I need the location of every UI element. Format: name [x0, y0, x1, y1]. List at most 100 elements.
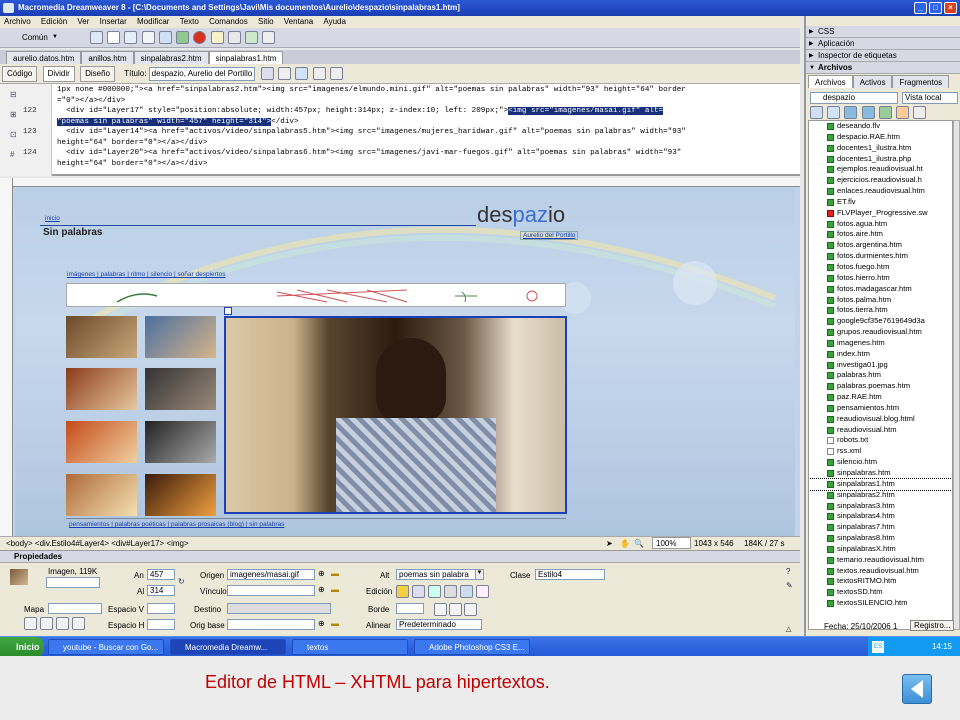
file-item[interactable]: ejemplos.reaudiovisual.ht: [809, 164, 952, 175]
alt-field[interactable]: poemas sin palabra: [396, 569, 476, 580]
border-field[interactable]: [396, 603, 424, 614]
tab-activos[interactable]: Activos: [852, 75, 893, 88]
file-item[interactable]: reaudiovisual.blog.html: [809, 414, 952, 425]
tag-inspector-header[interactable]: Inspector de etiquetas: [806, 50, 960, 62]
thumbnail-image[interactable]: [66, 368, 137, 410]
code-view-button[interactable]: Código: [2, 66, 38, 82]
footer-links[interactable]: pensamientos | palabras poéticas | palab…: [69, 521, 284, 528]
file-item[interactable]: sinpalabras2.htm: [809, 490, 952, 501]
file-item[interactable]: textosSD.htm: [809, 587, 952, 598]
resample-icon[interactable]: [444, 585, 457, 598]
file-item[interactable]: fotos.aire.htm: [809, 229, 952, 240]
width-field[interactable]: 457: [147, 569, 175, 580]
properties-header[interactable]: Propiedades: [0, 551, 800, 563]
table-icon[interactable]: [141, 31, 155, 44]
file-item[interactable]: imagenes.htm: [809, 338, 952, 349]
tab-aurelio-datos[interactable]: aurelio.datos.htm: [6, 51, 82, 64]
file-item[interactable]: palabras.htm: [809, 370, 952, 381]
layer-handle[interactable]: [224, 307, 232, 315]
file-item[interactable]: fotos.palma.htm: [809, 295, 952, 306]
target-select[interactable]: [227, 603, 331, 614]
align-right-icon[interactable]: [464, 603, 477, 616]
file-item[interactable]: despacio.RAE.htm: [809, 132, 952, 143]
help-icon[interactable]: ?: [786, 567, 790, 576]
pointer-tool-icon[interactable]: ➤: [606, 537, 613, 550]
menu-archivo[interactable]: Archivo: [4, 17, 31, 26]
visual-aids-icon[interactable]: [329, 67, 343, 80]
author-link[interactable]: Aurelio del Portillo: [520, 231, 579, 240]
file-item[interactable]: sinpalabras4.htm: [809, 511, 952, 522]
file-item[interactable]: sinpalabras7.htm: [809, 522, 952, 533]
file-item[interactable]: grupos.reaudiovisual.htm: [809, 327, 952, 338]
chevron-down-icon[interactable]: ▼: [52, 34, 58, 40]
file-item[interactable]: paz.RAE.htm: [809, 392, 952, 403]
file-item[interactable]: fotos.durmientes.htm: [809, 251, 952, 262]
file-item[interactable]: temario.reaudiovisual.htm: [809, 555, 952, 566]
code-line[interactable]: "poemas sin palabras" width="457" height…: [57, 117, 299, 127]
file-item[interactable]: index.htm: [809, 349, 952, 360]
code-line[interactable]: height="64" border="0"></a></div>: [57, 160, 207, 169]
design-view-button[interactable]: Diseño: [80, 66, 115, 82]
inicio-link[interactable]: inicio: [45, 215, 60, 222]
hyperlink-icon[interactable]: [90, 31, 103, 44]
menu-edicion[interactable]: Edición: [41, 17, 67, 26]
thumbnail-image[interactable]: [145, 421, 216, 463]
language-indicator[interactable]: ES: [872, 641, 884, 653]
reset-size-icon[interactable]: ↻: [178, 577, 185, 586]
menu-comandos[interactable]: Comandos: [209, 17, 248, 26]
height-field[interactable]: 314: [147, 585, 175, 596]
get-files-icon[interactable]: [844, 106, 858, 119]
maximize-button[interactable]: □: [929, 2, 942, 14]
file-item[interactable]: palabras.poemas.htm: [809, 381, 952, 392]
menu-ayuda[interactable]: Ayuda: [323, 17, 346, 26]
code-line[interactable]: 1px none #000000;"><a href="sinpalabras2…: [57, 86, 686, 95]
window-size[interactable]: 1043 x 546: [694, 537, 734, 550]
file-item[interactable]: docentes1_ilustra.php: [809, 154, 952, 165]
file-item[interactable]: rss.xml: [809, 446, 952, 457]
file-item[interactable]: investiga01.jpg: [809, 360, 952, 371]
element-name-field[interactable]: [46, 577, 100, 588]
optimize-icon[interactable]: [412, 585, 425, 598]
split-view-button[interactable]: Dividir: [42, 66, 75, 82]
file-item[interactable]: sinpalabras1.htm: [809, 477, 952, 491]
view-select[interactable]: Vista local: [902, 92, 958, 104]
class-select[interactable]: Estilo4: [535, 569, 605, 580]
point-to-link-icon[interactable]: ⊕: [318, 585, 325, 594]
file-item[interactable]: enlaces.reaudiovisual.htm: [809, 186, 952, 197]
file-item[interactable]: sinpalabras.htm: [809, 468, 952, 479]
point-to-file-icon[interactable]: ⊕: [318, 569, 325, 578]
refresh-icon[interactable]: [295, 67, 309, 80]
page-title-input[interactable]: [148, 66, 255, 81]
tag-chooser-icon[interactable]: [262, 31, 276, 44]
thumbnail-image[interactable]: [66, 421, 137, 463]
file-item[interactable]: textosRITMO.htm: [809, 576, 952, 587]
files-panel-header[interactable]: Archivos: [806, 62, 960, 74]
circle-hotspot-icon[interactable]: [56, 617, 69, 630]
zoom-select[interactable]: 100%: [652, 537, 692, 549]
sharpen-icon[interactable]: [476, 585, 489, 598]
preview-icon[interactable]: [278, 67, 292, 80]
selected-code[interactable]: <img src="imagenes/masai.gif" alt=: [508, 107, 664, 115]
thumbnail-image[interactable]: [66, 474, 137, 516]
tab-sinpalabras1[interactable]: sinpalabras1.htm: [208, 51, 284, 64]
select-parent-icon[interactable]: ⊞: [10, 110, 17, 119]
file-item[interactable]: FLVPlayer_Progressive.sw: [809, 208, 952, 219]
edit-image-icon[interactable]: [396, 585, 409, 598]
quick-tag-icon[interactable]: ✎: [786, 581, 793, 590]
file-item[interactable]: fotos.argentina.htm: [809, 240, 952, 251]
menu-ver[interactable]: Ver: [77, 17, 89, 26]
link-folder-icon[interactable]: ▬: [331, 585, 339, 594]
refresh-files-icon[interactable]: [827, 106, 841, 119]
put-files-icon[interactable]: [861, 106, 875, 119]
tab-anillos[interactable]: anillos.htm: [81, 51, 134, 64]
insert-category[interactable]: Común: [22, 32, 48, 44]
file-item[interactable]: sinpalabrasX.htm: [809, 544, 952, 555]
map-field[interactable]: [48, 603, 102, 614]
image-icon[interactable]: [176, 31, 190, 44]
file-item[interactable]: pensamientos.htm: [809, 403, 952, 414]
file-item[interactable]: silencio.htm: [809, 457, 952, 468]
email-link-icon[interactable]: [107, 31, 121, 44]
lowsrc-field[interactable]: [227, 619, 315, 630]
menu-modificar[interactable]: Modificar: [137, 17, 169, 26]
close-button[interactable]: ×: [944, 2, 957, 14]
